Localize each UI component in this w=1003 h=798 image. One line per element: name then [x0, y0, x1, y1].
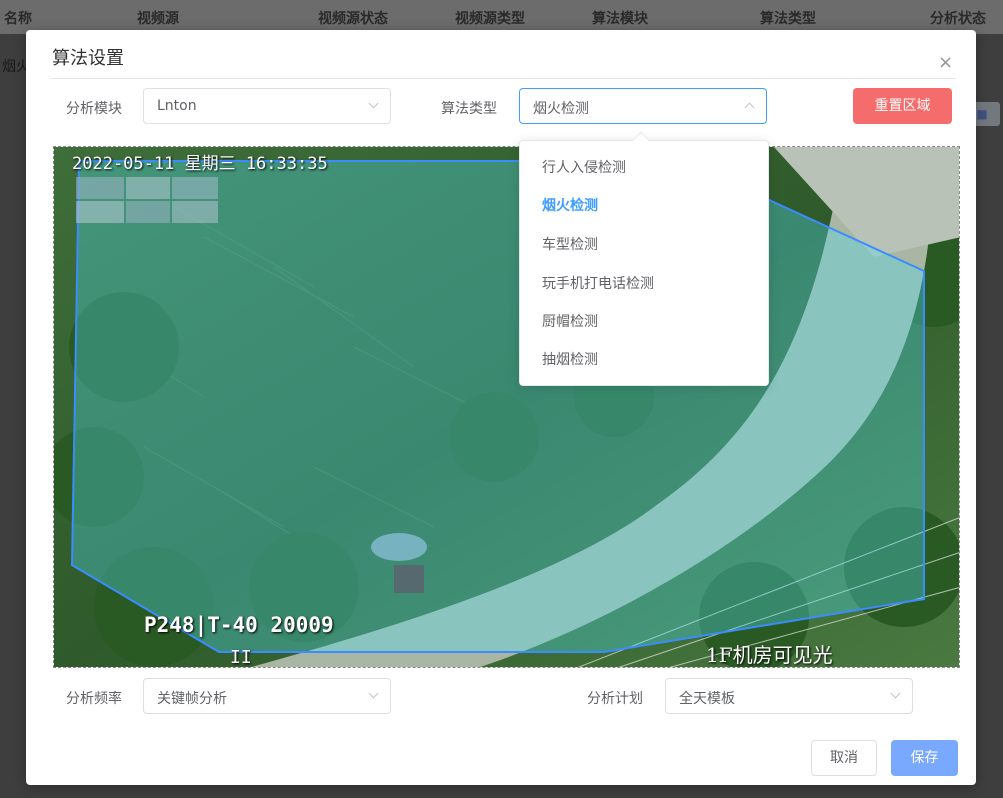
dropdown-option[interactable]: 车型检测	[520, 228, 768, 262]
close-icon[interactable]: ×	[938, 54, 953, 72]
module-label: 分析模块	[66, 101, 122, 117]
dropdown-option[interactable]: 厨帽检测	[520, 305, 768, 339]
dropdown-option[interactable]: 抽烟检测	[520, 343, 768, 377]
algo-type-label: 算法类型	[441, 101, 497, 117]
video-location-label: 1F机房可见光	[706, 643, 833, 667]
dropdown-option-selected[interactable]: 烟火检测	[520, 189, 768, 223]
video-bottom-mark: II	[230, 647, 252, 668]
algorithm-settings-dialog: 算法设置 × 分析模块 Lnton 算法类型 烟火检测 重置区域 2022-05…	[26, 30, 976, 785]
algo-type-select[interactable]: 烟火检测	[519, 88, 767, 124]
chevron-up-icon	[744, 100, 754, 110]
frequency-label: 分析频率	[66, 691, 122, 707]
module-select[interactable]: Lnton	[143, 88, 391, 124]
video-camera-code: P248|T-40 20009	[144, 613, 334, 637]
cancel-button[interactable]: 取消	[811, 740, 877, 776]
chevron-down-icon	[368, 690, 378, 700]
algo-type-select-value: 烟火检测	[533, 101, 589, 117]
algo-type-dropdown: 行人入侵检测 烟火检测 车型检测 玩手机打电话检测 厨帽检测 抽烟检测	[519, 131, 769, 386]
video-preview[interactable]: 2022-05-11 星期三 16:33:35 P248|T-40 20009 …	[53, 146, 960, 668]
dialog-title: 算法设置	[52, 48, 124, 69]
dropdown-option[interactable]: 行人入侵检测	[520, 151, 768, 185]
chevron-down-icon	[368, 100, 378, 110]
reset-region-button[interactable]: 重置区域	[853, 88, 952, 124]
video-timestamp: 2022-05-11 星期三 16:33:35	[72, 154, 328, 174]
save-button[interactable]: 保存	[891, 740, 958, 776]
module-select-value: Lnton	[157, 98, 197, 114]
frequency-select-value: 关键帧分析	[157, 691, 227, 707]
dropdown-option[interactable]: 玩手机打电话检测	[520, 267, 768, 301]
schedule-select-value: 全天模板	[679, 691, 735, 707]
video-frame	[54, 147, 959, 667]
dropdown-arrow	[632, 131, 650, 149]
dialog-divider	[50, 78, 956, 79]
frequency-select[interactable]: 关键帧分析	[143, 678, 391, 714]
schedule-select[interactable]: 全天模板	[665, 678, 913, 714]
schedule-label: 分析计划	[587, 691, 643, 707]
chevron-down-icon	[890, 690, 900, 700]
